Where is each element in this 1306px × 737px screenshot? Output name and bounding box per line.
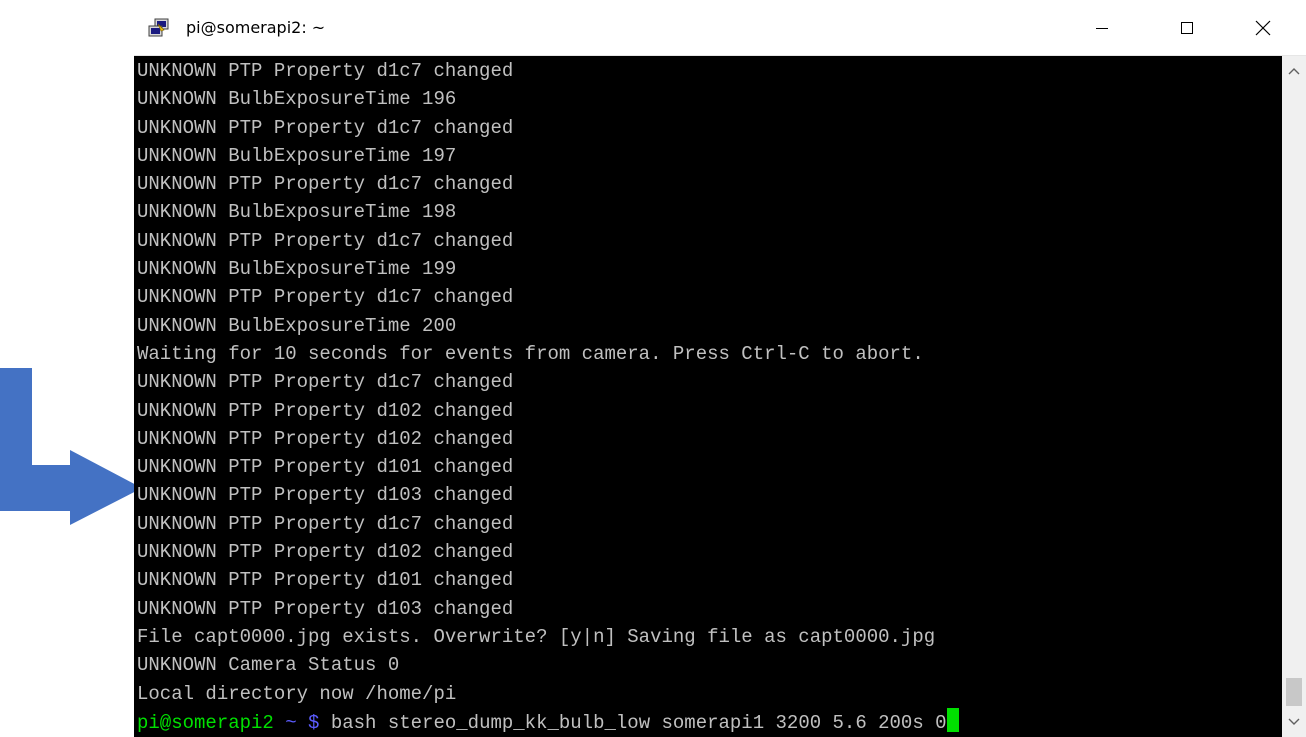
terminal-line: UNKNOWN BulbExposureTime 199 [137,258,457,281]
prompt-command: bash stereo_dump_kk_bulb_low somerapi1 3… [330,711,947,734]
terminal-line: UNKNOWN PTP Property d102 changed [137,427,514,450]
terminal-line: UNKNOWN PTP Property d101 changed [137,569,514,592]
window-title: pi@somerapi2: ~ [186,18,326,37]
terminal-line: UNKNOWN PTP Property d1c7 changed [137,60,514,82]
terminal-line: UNKNOWN PTP Property d103 changed [137,597,514,620]
terminal-line: UNKNOWN PTP Property d1c7 changed [137,371,514,394]
command-prompt[interactable]: pi@somerapi2 ~ $ bash stereo_dump_kk_bul… [137,707,959,736]
putty-icon [148,18,169,37]
terminal-window: pi@somerapi2: ~ UNKNOWN PTP Property d1c… [134,0,1306,737]
vertical-scrollbar[interactable] [1282,56,1306,737]
prompt-path: ~ $ [273,711,331,734]
terminal-line: UNKNOWN PTP Property d1c7 changed [137,173,514,196]
prompt-user-host: pi@somerapi2 [137,711,274,734]
text-cursor [946,707,959,732]
chevron-down-icon [1288,718,1300,725]
terminal-line: Waiting for 10 seconds for events from c… [137,342,924,365]
terminal-line: UNKNOWN BulbExposureTime 200 [137,314,457,337]
title-bar[interactable]: pi@somerapi2: ~ [134,0,1306,56]
terminal-line: UNKNOWN PTP Property d1c7 changed [137,512,514,535]
terminal-line: UNKNOWN PTP Property d103 changed [137,484,514,507]
arrow-right-icon [0,368,142,525]
terminal-lines: UNKNOWN PTP Property d1c7 changed UNKNOW… [137,57,959,736]
minimize-button[interactable] [1079,0,1125,55]
terminal-line: UNKNOWN BulbExposureTime 198 [137,201,457,224]
maximize-icon [1181,21,1193,34]
terminal-line: UNKNOWN PTP Property d102 changed [137,399,514,422]
chevron-up-icon [1288,68,1300,75]
terminal-line: UNKNOWN BulbExposureTime 196 [137,88,457,111]
maximize-button[interactable] [1164,0,1210,55]
terminal-line: UNKNOWN Camera Status 0 [137,654,400,677]
page: pi@somerapi2: ~ UNKNOWN PTP Property d1c… [0,0,1306,737]
terminal-line: UNKNOWN PTP Property d1c7 changed [137,229,514,252]
scroll-down-button[interactable] [1282,707,1306,737]
terminal-line: UNKNOWN PTP Property d1c7 changed [137,286,514,309]
terminal-line: Local directory now /home/pi [137,682,457,705]
scroll-thumb[interactable] [1286,678,1302,706]
terminal-line: UNKNOWN PTP Property d101 changed [137,456,514,479]
close-button[interactable] [1240,0,1286,55]
terminal-line: UNKNOWN PTP Property d102 changed [137,541,514,564]
minimize-icon [1096,27,1108,29]
terminal-line: UNKNOWN BulbExposureTime 197 [137,144,457,167]
close-icon [1255,20,1271,35]
scroll-up-button[interactable] [1282,56,1306,86]
terminal-line: UNKNOWN PTP Property d1c7 changed [137,116,514,139]
terminal-line: File capt0000.jpg exists. Overwrite? [y|… [137,625,936,648]
terminal-output[interactable]: UNKNOWN PTP Property d1c7 changed UNKNOW… [134,56,1282,737]
